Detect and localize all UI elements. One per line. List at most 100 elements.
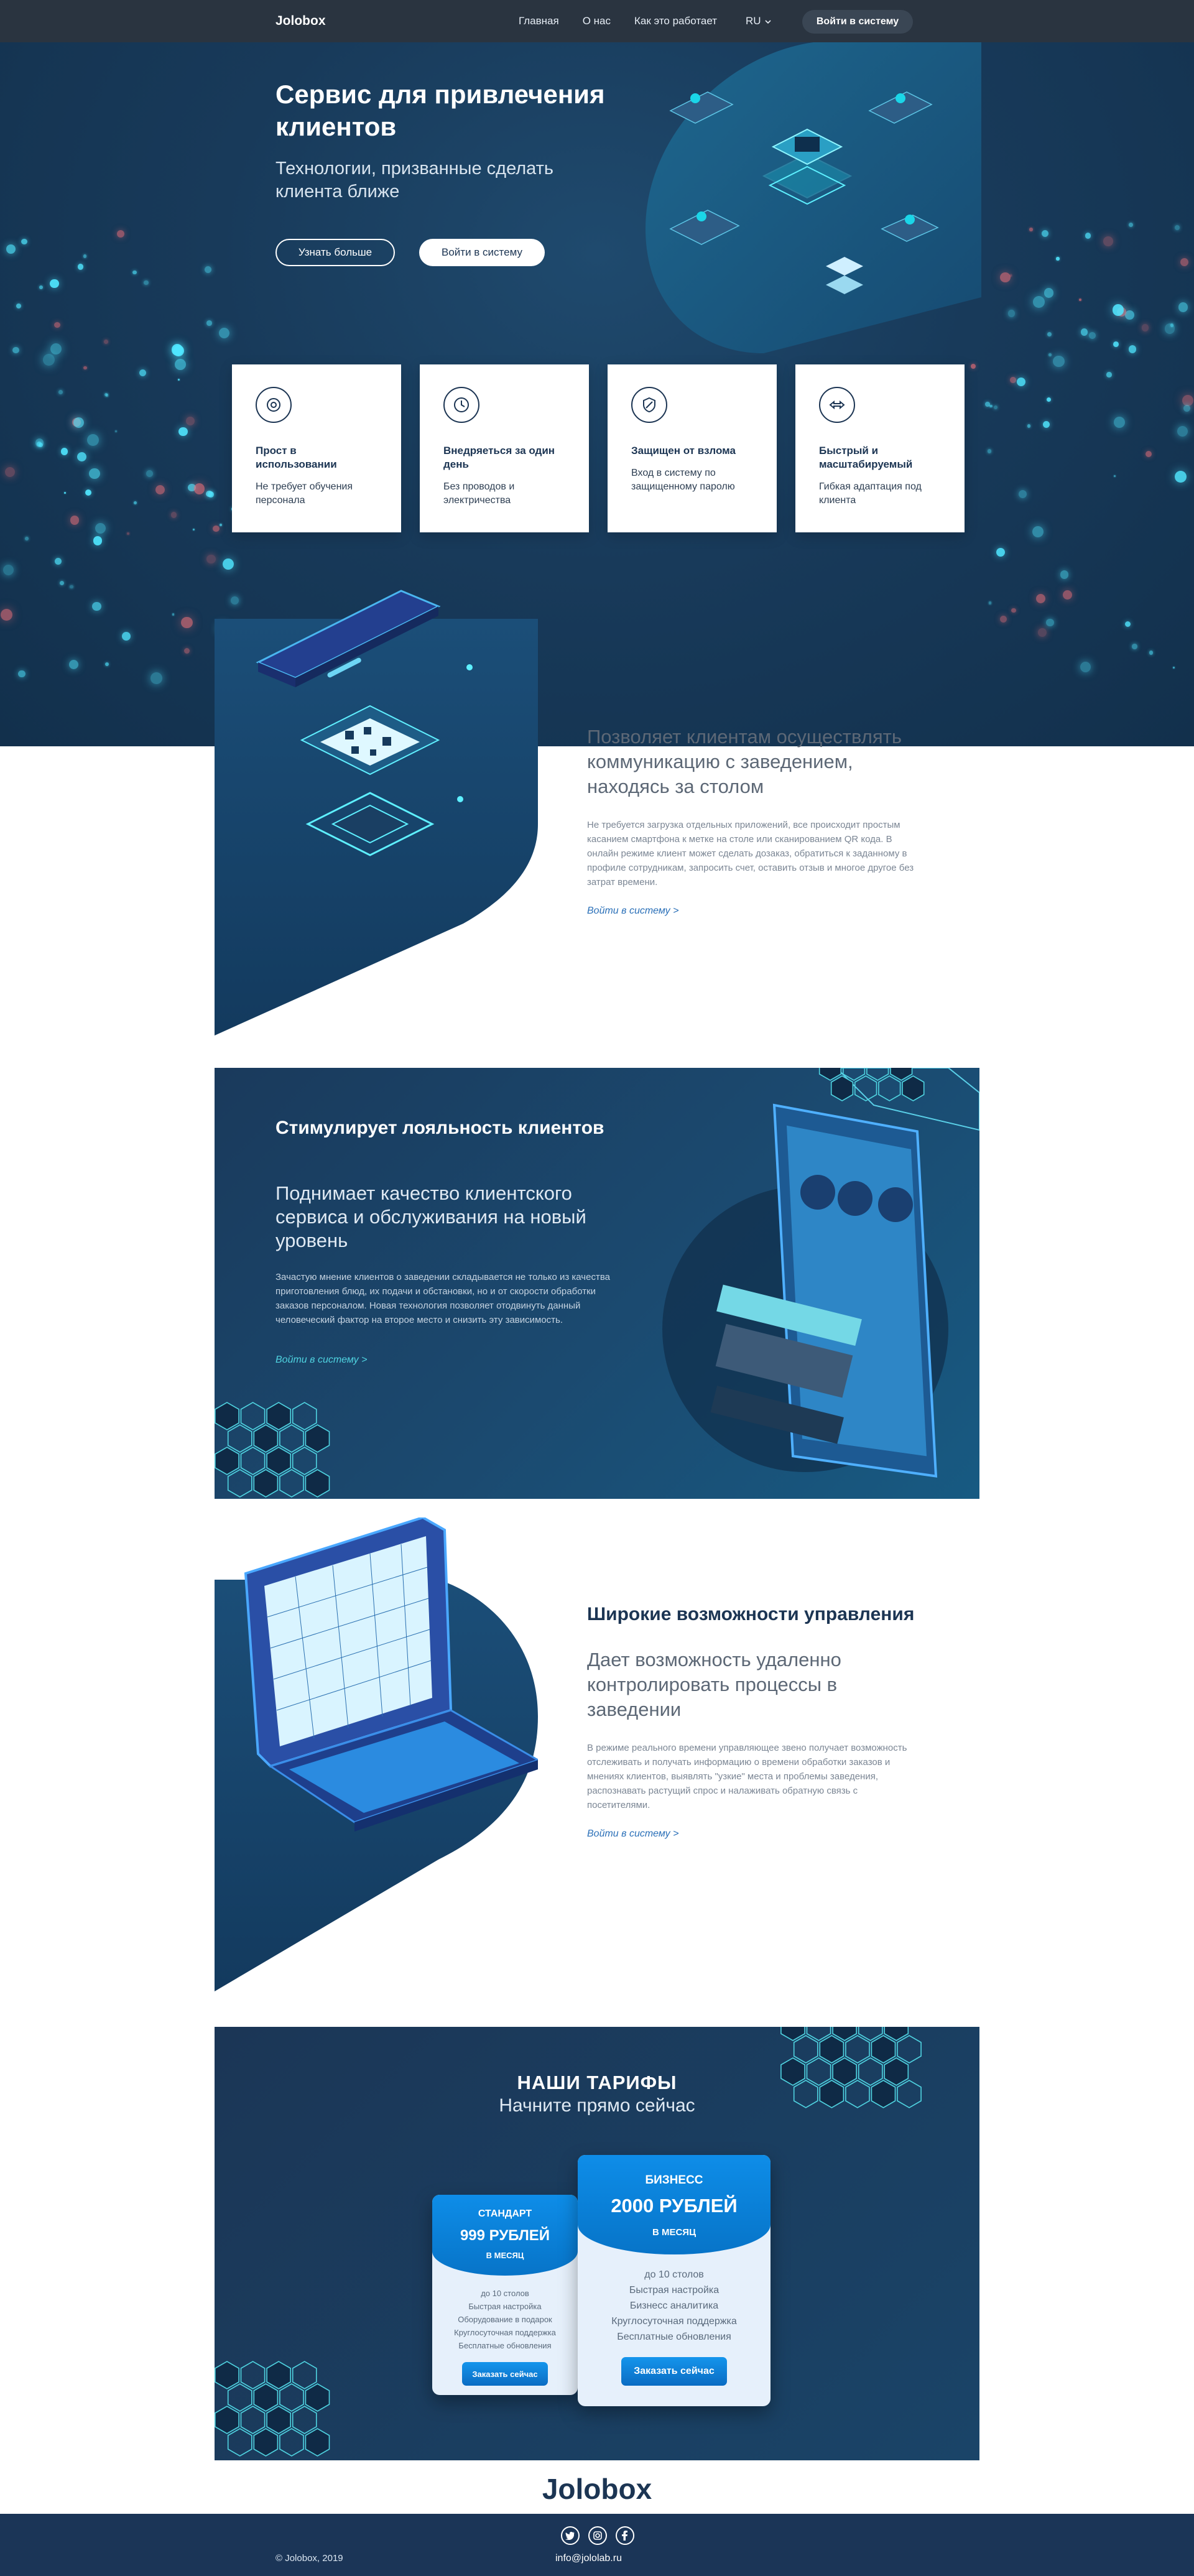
plan-feature: Бесплатные обновления [617,2332,731,2342]
order-business-button[interactable]: Заказать сейчас [621,2357,727,2386]
loyalty-login-link[interactable]: Войти в систему > [275,1355,367,1366]
contact-email[interactable]: info@jololab.ru [555,2553,622,2564]
language-label: RU [746,15,761,27]
bokeh-dot [1010,377,1016,383]
hexagon-shape [902,1075,925,1101]
hero-login-button[interactable]: Войти в систему [419,239,545,266]
nav-menu: Главная О нас Как это работает [519,15,717,27]
bokeh-dot [1018,489,1027,499]
bokeh-dot [139,369,147,377]
hexagon-shape [253,1424,279,1453]
bokeh-dot [63,492,66,494]
bokeh-dot [206,320,212,326]
communication-body: Не требуется загрузка отдельных приложен… [587,820,914,887]
bokeh-dot [117,230,125,238]
bokeh-dot [171,344,183,356]
management-title: Широкие возможности управления [587,1604,915,1624]
footer-logo[interactable]: Jolobox [0,2472,1194,2506]
bokeh-dot [1132,643,1137,649]
bokeh-dot [1183,404,1191,412]
facebook-icon[interactable] [616,2526,634,2545]
chevron-down-icon [765,20,771,24]
bokeh-dot [50,343,62,355]
bokeh-dot [35,438,44,447]
bokeh-dot [17,670,25,678]
bokeh-dot [103,340,108,344]
bokeh-dot [204,266,211,274]
plan-feature: Бизнесс аналитика [629,2300,719,2311]
bokeh-dot [68,659,79,669]
laptop-illustration [215,1516,540,1991]
bokeh-dot [104,662,109,666]
bokeh-dot [219,524,222,527]
bokeh-dot [1180,258,1189,267]
bokeh-dot [49,279,59,289]
hero-illustration [633,42,981,366]
hexagon-shape [266,1402,291,1430]
bokeh-dot [1170,323,1174,327]
bokeh-dot [58,390,63,395]
loyalty-section: Стимулирует лояльность клиентов Поднимае… [215,1068,979,1499]
bokeh-dot [172,613,175,616]
bokeh-dot [1029,228,1033,231]
bokeh-dot [996,547,1005,557]
bokeh-dot [178,427,188,437]
twitter-icon[interactable] [561,2526,580,2545]
bokeh-dot [95,523,106,534]
bokeh-dot [1125,310,1135,320]
bokeh-dot [1047,331,1052,336]
bokeh-dot [985,402,990,407]
nav-item-about[interactable]: О нас [583,15,611,27]
shield-icon [631,387,667,423]
bokeh-dot [218,327,230,339]
bokeh-dot [1032,526,1044,537]
bokeh-dot [16,303,21,308]
bokeh-dot [181,616,193,629]
communication-login-link[interactable]: Войти в систему > [587,906,678,917]
bokeh-dot [4,466,16,478]
plan-header: БИЗНЕСС 2000 РУБЛЕЙ В МЕСЯЦ [578,2155,771,2254]
nav-login-button[interactable]: Войти в систему [802,10,913,34]
hexagon-shape [227,1424,252,1453]
language-select[interactable]: RU [746,15,771,27]
hero-title: Сервис для привлечения клиентов [275,80,605,141]
bokeh-dot [1172,667,1175,669]
bokeh-dot [1175,470,1187,483]
learn-more-button[interactable]: Узнать больше [275,239,395,266]
bokeh-dot [70,516,80,525]
instagram-icon[interactable] [588,2526,607,2545]
hexagon-shape [253,2383,279,2412]
nav-item-how-it-works[interactable]: Как это работает [634,15,717,27]
plan-feature: Быстрая настройка [629,2285,720,2296]
bokeh-dot [150,672,162,684]
bokeh-dot [1046,397,1051,402]
order-standard-button[interactable]: Заказать сейчас [462,2362,548,2386]
bokeh-dot [6,244,16,254]
plan-feature: Круглосуточная поддержка [611,2316,737,2327]
bokeh-dot [170,512,177,518]
hexagon-shape [240,1402,266,1430]
footer: © Jolobox, 2019 info@jololab.ru [0,2514,1194,2576]
bokeh-dot [1080,328,1088,336]
copyright: © Jolobox, 2019 [275,2553,343,2564]
bokeh-dot [2,564,14,575]
bokeh-dot [85,489,91,496]
feature-text: Вход в систему по защищенному паролю [631,468,735,492]
hexagon-shape [305,1469,330,1498]
bokeh-dot [1103,236,1113,246]
bokeh-dot [1011,608,1016,613]
pricing-subtitle: Начните прямо сейчас [499,2095,695,2116]
bokeh-dot [83,366,87,370]
bokeh-dot [115,430,118,432]
bokeh-dot [12,346,19,354]
bokeh-dot [1106,372,1112,378]
nav-item-home[interactable]: Главная [519,15,559,27]
hexagon-shape [819,2035,845,2064]
hexagon-shape [227,2428,252,2457]
plan-name: БИЗНЕСС [645,2174,703,2187]
bokeh-dot [83,254,87,258]
bokeh-dot [1036,594,1046,604]
nav-logo[interactable]: Jolobox [275,14,326,29]
management-login-link[interactable]: Войти в систему > [587,1828,678,1840]
bokeh-dot [987,448,992,453]
